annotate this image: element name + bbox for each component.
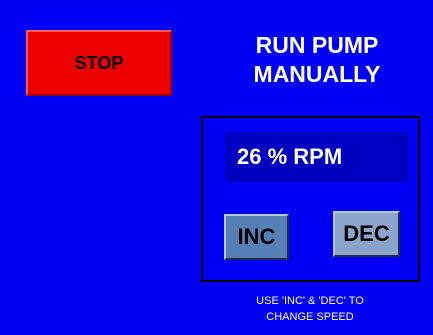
page-title-line-2: MANUALLY xyxy=(253,61,381,87)
page-title-line-1: RUN PUMP xyxy=(255,32,379,58)
speed-readout-value: 26 % RPM xyxy=(237,144,343,169)
increase-speed-button[interactable]: INC xyxy=(224,214,289,260)
speed-instructions: USE 'INC' & 'DEC' TO CHANGE SPEED xyxy=(215,293,405,325)
decrease-speed-button-label: DEC xyxy=(343,221,390,246)
speed-readout: 26 % RPM xyxy=(225,132,408,182)
stop-button-label: STOP xyxy=(74,53,124,73)
stop-button[interactable]: STOP xyxy=(26,30,172,96)
increase-speed-button-label: INC xyxy=(237,224,276,249)
speed-instructions-line-2: CHANGE SPEED xyxy=(266,311,354,323)
speed-control-panel: 26 % RPM INC DEC xyxy=(201,116,420,282)
decrease-speed-button[interactable]: DEC xyxy=(333,211,400,257)
page-title: RUN PUMP MANUALLY xyxy=(214,31,420,89)
speed-instructions-line-1: USE 'INC' & 'DEC' TO xyxy=(256,295,364,307)
